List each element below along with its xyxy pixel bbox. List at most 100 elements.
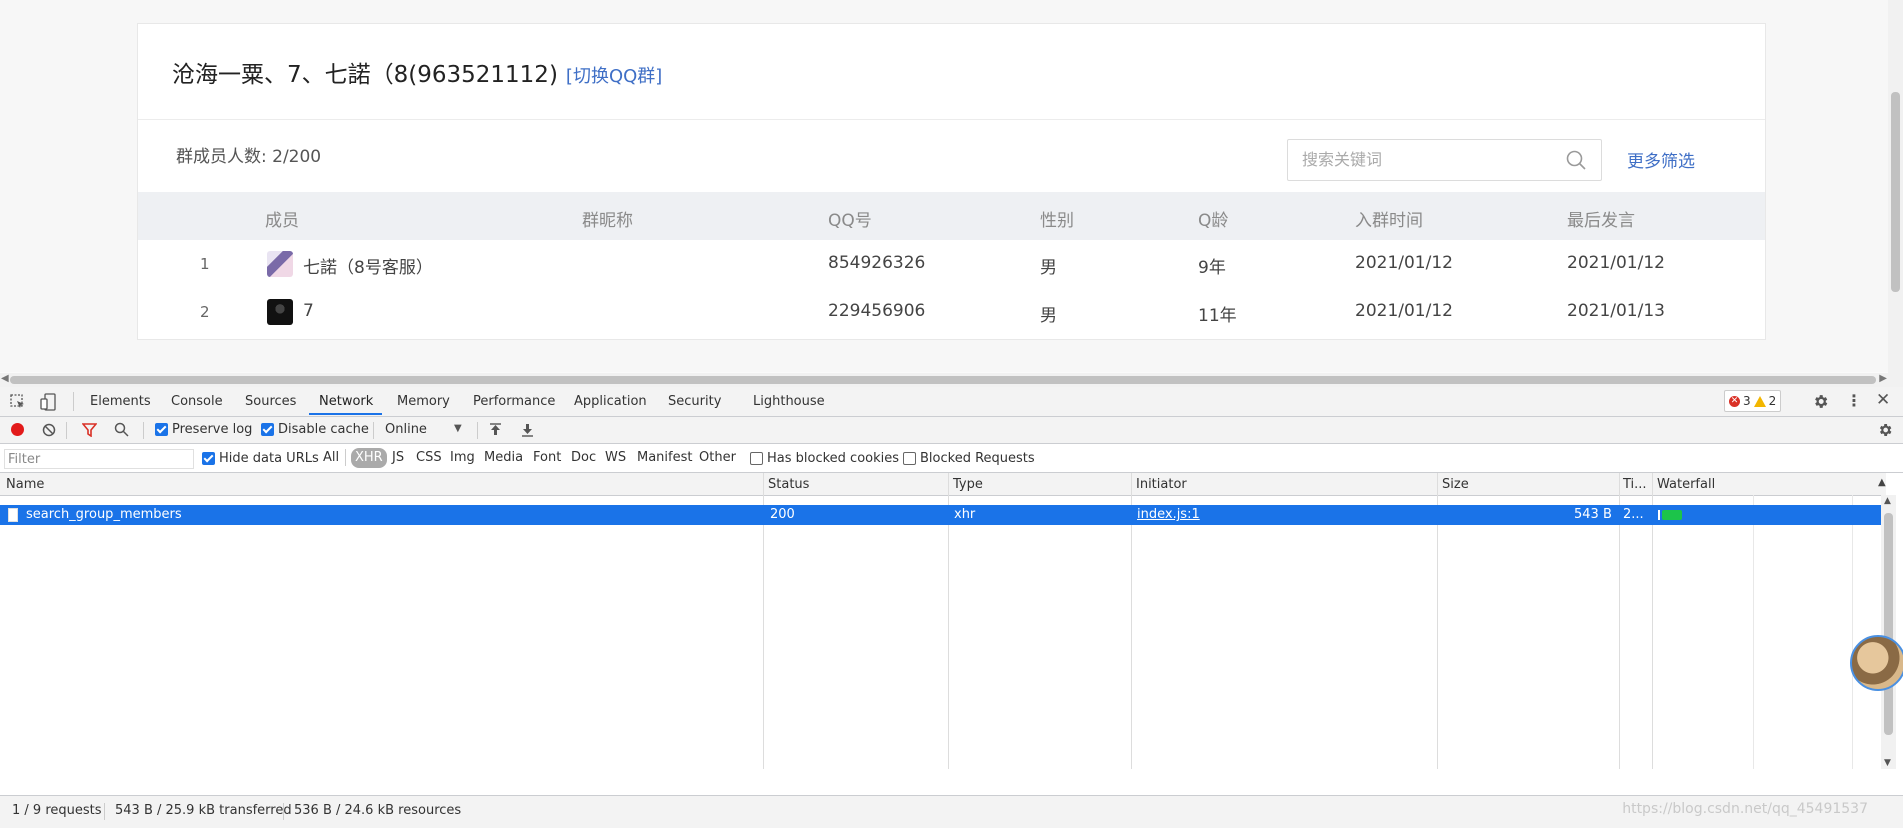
col-qq[interactable]: QQ号 — [828, 206, 872, 231]
scrollbar-thumb[interactable] — [1884, 513, 1893, 735]
scrollbar-thumb[interactable] — [10, 376, 1876, 384]
table-row[interactable]: 2 7 229456906 男 11年 2021/01/12 2021/01/1… — [138, 288, 1765, 336]
search-icon[interactable] — [1565, 149, 1587, 171]
divider — [104, 803, 105, 820]
group-title-text: 沧海一粟、7、七諾（8(963521112) — [172, 62, 558, 88]
switch-group-link[interactable]: [切换QQ群] — [566, 66, 662, 87]
hide-data-urls-checkbox[interactable]: Hide data URLs — [202, 451, 319, 466]
network-settings-gear-icon[interactable] — [1877, 422, 1893, 438]
blocked-requests-checkbox[interactable]: Blocked Requests — [903, 451, 1035, 466]
member-qq: 229456906 — [828, 301, 926, 321]
filter-type-img[interactable]: Img — [450, 450, 475, 465]
page-horizontal-scrollbar[interactable]: ◀ ▶ — [0, 373, 1888, 387]
more-filter-link[interactable]: 更多筛选 — [1627, 147, 1695, 172]
filter-input[interactable] — [4, 449, 194, 469]
checkbox-checked[interactable] — [261, 423, 274, 436]
throttling-value: Online — [385, 422, 427, 437]
filter-type-doc[interactable]: Doc — [571, 450, 596, 465]
filter-icon[interactable] — [82, 423, 97, 437]
export-har-icon[interactable] — [521, 423, 534, 437]
col-join-time[interactable]: 入群时间 — [1355, 206, 1423, 231]
scroll-up-icon[interactable]: ▲ — [1884, 496, 1891, 506]
tab-lighthouse[interactable]: Lighthouse — [753, 394, 825, 409]
divider — [283, 803, 284, 820]
filter-type-media[interactable]: Media — [484, 450, 523, 465]
search-box[interactable] — [1287, 139, 1602, 181]
checkbox-checked[interactable] — [155, 423, 168, 436]
checkbox-checked[interactable] — [202, 452, 215, 465]
tab-console[interactable]: Console — [171, 394, 223, 409]
scroll-down-icon[interactable]: ▼ — [1884, 758, 1891, 768]
scrollbar-thumb[interactable] — [1891, 92, 1900, 292]
has-blocked-cookies-label: Has blocked cookies — [767, 451, 900, 466]
filter-type-font[interactable]: Font — [533, 450, 561, 465]
search-icon[interactable] — [114, 422, 129, 437]
table-row[interactable]: 1 七諾（8号客服） 854926326 男 9年 2021/01/12 202… — [138, 240, 1765, 288]
page-vertical-scrollbar[interactable] — [1888, 0, 1903, 387]
sort-up-icon[interactable]: ▲ — [1878, 477, 1886, 488]
table-header: 成员 群昵称 QQ号 性别 Q龄 入群时间 最后发言 — [138, 192, 1765, 240]
checkbox-unchecked[interactable] — [750, 452, 763, 465]
filter-type-ws[interactable]: WS — [605, 450, 626, 465]
preserve-log-checkbox[interactable]: Preserve log — [155, 422, 252, 437]
tab-security[interactable]: Security — [668, 394, 721, 409]
issues-badge[interactable]: ✕ 3 2 — [1724, 390, 1782, 412]
filter-type-manifest[interactable]: Manifest — [637, 450, 692, 465]
request-size: 543 B — [1574, 507, 1612, 522]
preserve-log-label: Preserve log — [172, 422, 253, 437]
blocked-requests-label: Blocked Requests — [920, 451, 1035, 466]
gear-icon[interactable] — [1812, 393, 1829, 410]
col-member[interactable]: 成员 — [265, 206, 299, 231]
divider — [73, 392, 74, 411]
filter-type-xhr[interactable]: XHR — [351, 448, 387, 468]
divider — [143, 422, 144, 439]
col-nickname[interactable]: 群昵称 — [582, 206, 633, 231]
tab-sources[interactable]: Sources — [245, 394, 296, 409]
avatar — [267, 299, 293, 325]
close-icon[interactable]: ✕ — [1876, 390, 1890, 410]
floating-avatar[interactable] — [1850, 635, 1903, 691]
tab-memory[interactable]: Memory — [397, 394, 450, 409]
col-gender[interactable]: 性别 — [1040, 206, 1074, 231]
clear-icon[interactable] — [42, 423, 56, 437]
col-last-speak[interactable]: 最后发言 — [1567, 206, 1635, 231]
col-waterfall[interactable]: Waterfall — [1657, 477, 1715, 492]
has-blocked-cookies-checkbox[interactable]: Has blocked cookies — [750, 451, 899, 466]
member-gender: 男 — [1040, 258, 1057, 278]
scroll-right-icon[interactable]: ▶ — [1879, 373, 1887, 384]
disable-cache-checkbox[interactable]: Disable cache — [261, 422, 369, 437]
col-status[interactable]: Status — [768, 477, 809, 492]
col-time[interactable]: Ti... — [1623, 477, 1647, 492]
device-toolbar-icon[interactable] — [40, 393, 56, 411]
filter-type-all[interactable]: All — [323, 450, 339, 465]
col-qage[interactable]: Q龄 — [1198, 206, 1228, 231]
chevron-down-icon[interactable]: ▼ — [454, 423, 462, 434]
col-name[interactable]: Name — [6, 477, 44, 492]
col-size[interactable]: Size — [1442, 477, 1469, 492]
col-type[interactable]: Type — [953, 477, 983, 492]
scroll-left-icon[interactable]: ◀ — [1, 373, 9, 384]
tab-performance[interactable]: Performance — [473, 394, 555, 409]
record-icon[interactable] — [11, 423, 24, 436]
inspect-element-icon[interactable] — [10, 394, 26, 410]
import-har-icon[interactable] — [489, 423, 502, 437]
request-initiator-link[interactable]: index.js:1 — [1137, 507, 1200, 522]
requests-vertical-scrollbar[interactable]: ▲ ▼ — [1881, 495, 1896, 769]
member-join-time: 2021/01/12 — [1355, 253, 1453, 273]
tab-network[interactable]: Network — [319, 394, 373, 409]
search-input[interactable] — [1300, 149, 1544, 170]
checkbox-unchecked[interactable] — [903, 452, 916, 465]
more-options-icon[interactable]: ⋮ — [1846, 391, 1862, 410]
col-initiator[interactable]: Initiator — [1136, 477, 1187, 492]
tab-application[interactable]: Application — [574, 394, 647, 409]
tab-elements[interactable]: Elements — [90, 394, 151, 409]
filter-type-css[interactable]: CSS — [416, 450, 442, 465]
request-row[interactable]: search_group_members 200 xhr index.js:1 … — [0, 505, 1881, 525]
filter-type-other[interactable]: Other — [699, 450, 736, 465]
throttling-select[interactable]: Online — [385, 422, 427, 437]
requests-grid-header: Name Status Type Initiator Size Ti... Wa… — [0, 473, 1886, 496]
filter-type-js[interactable]: JS — [392, 450, 404, 465]
member-join-time: 2021/01/12 — [1355, 301, 1453, 321]
member-name: 七諾（8号客服） — [303, 258, 433, 278]
disable-cache-label: Disable cache — [278, 422, 369, 437]
